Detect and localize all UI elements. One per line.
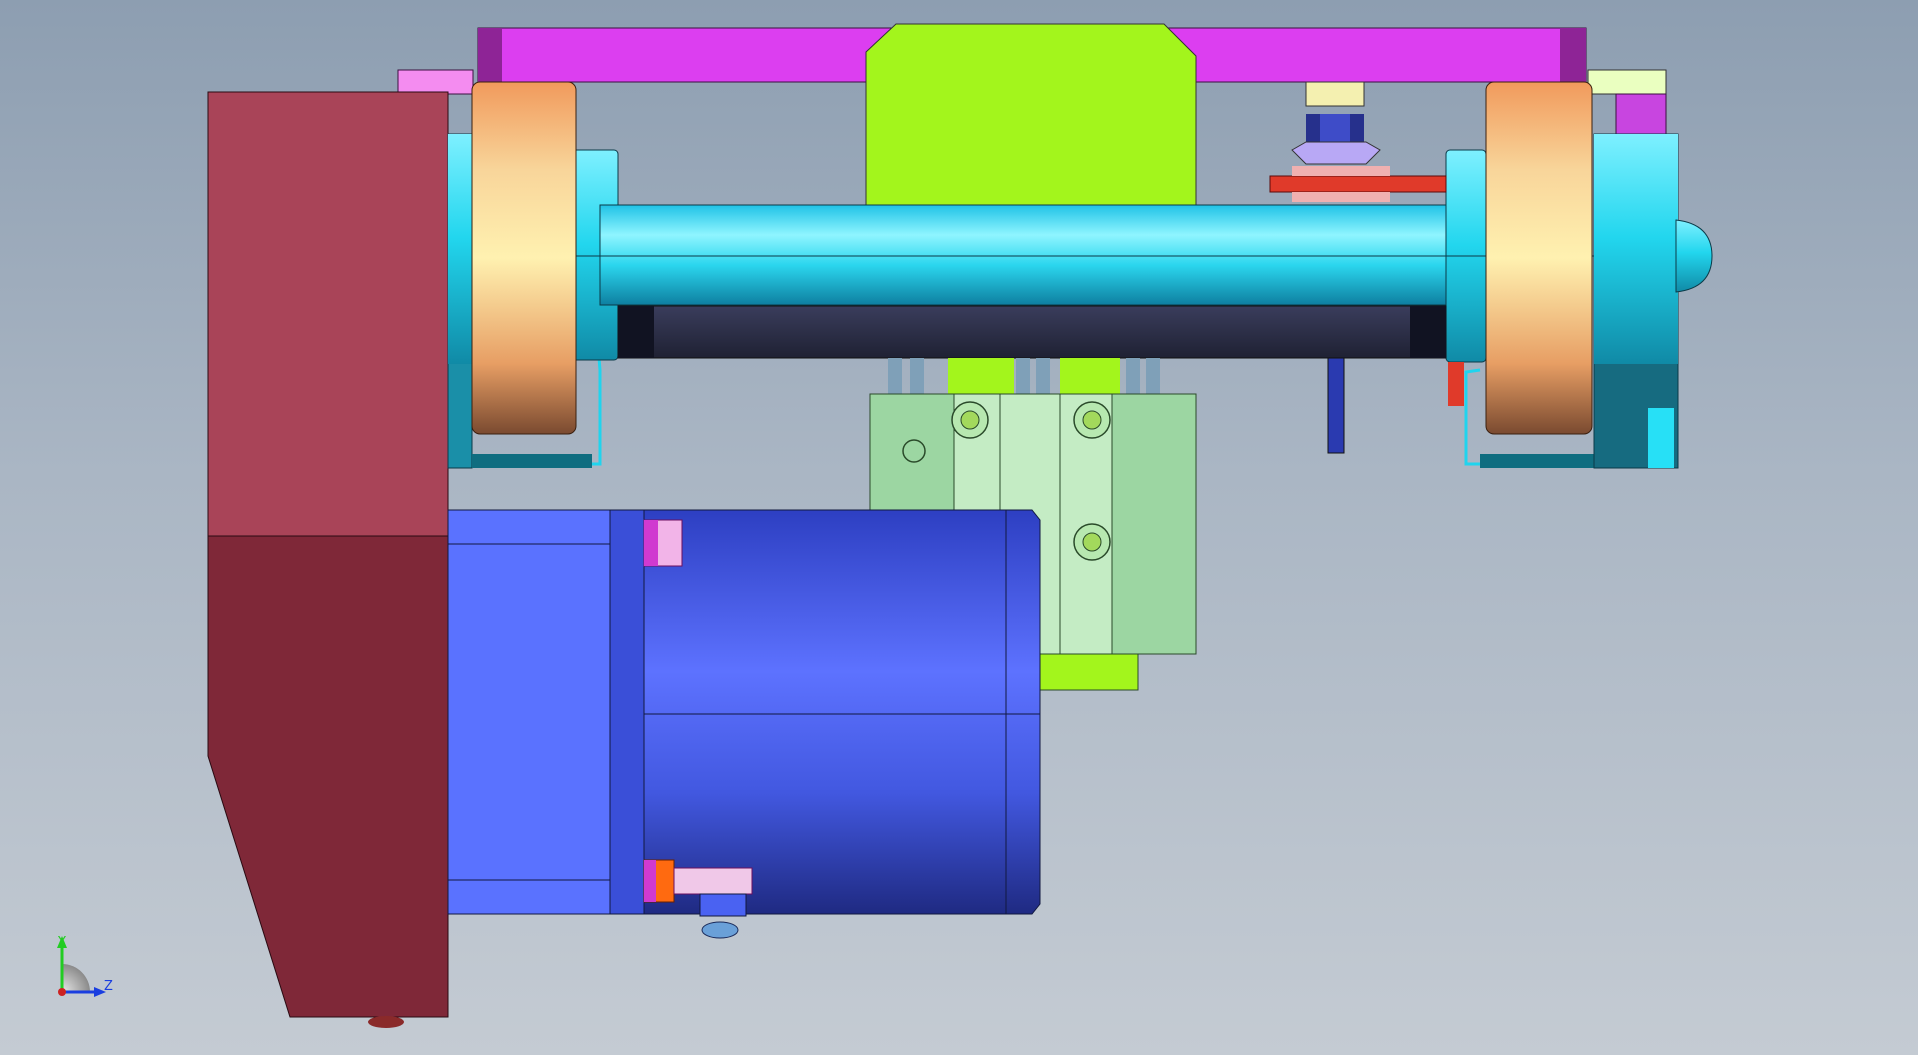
triad-quarter-disc [62, 964, 90, 992]
coordinate-triad: Y Z [57, 935, 113, 997]
y-axis-label: Y [57, 935, 66, 950]
left-roller-wheel[interactable] [471, 81, 577, 435]
mounting-plate[interactable] [207, 91, 449, 1028]
guide-pins [888, 358, 1160, 396]
lime-mount-block[interactable] [865, 23, 1197, 206]
gear-motor[interactable] [447, 509, 1041, 939]
main-shaft[interactable] [472, 204, 1594, 306]
cad-assembly-model[interactable]: Y Z [0, 0, 1918, 1055]
triad-origin [58, 988, 66, 996]
z-axis-label: Z [104, 979, 113, 994]
linear-rail[interactable] [617, 305, 1447, 359]
right-roller-wheel[interactable] [1485, 81, 1593, 435]
cad-3d-viewport[interactable]: Y Z [0, 0, 1918, 1055]
